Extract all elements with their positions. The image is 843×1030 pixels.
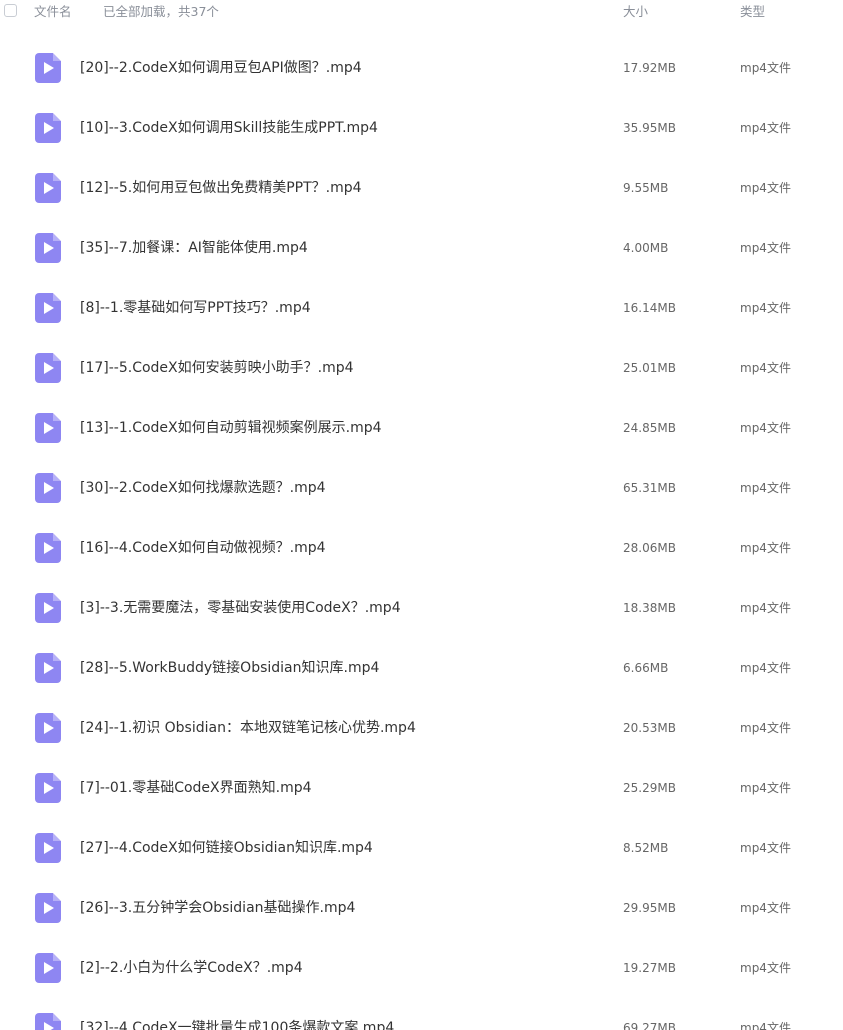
file-type: mp4文件	[740, 361, 791, 375]
file-size: 20.53MB	[623, 721, 676, 735]
video-file-icon	[35, 653, 61, 683]
file-type: mp4文件	[740, 841, 791, 855]
file-size: 16.14MB	[623, 301, 676, 315]
video-file-icon	[35, 833, 61, 863]
file-row[interactable]: [35]--7.加餐课：AI智能体使用.mp4 4.00MB mp4文件	[0, 218, 843, 278]
video-file-icon	[35, 713, 61, 743]
file-type: mp4文件	[740, 901, 791, 915]
file-type: mp4文件	[740, 121, 791, 135]
video-file-icon	[35, 173, 61, 203]
file-row[interactable]: [17]--5.CodeX如何安装剪映小助手？.mp4 25.01MB mp4文…	[0, 338, 843, 398]
file-name[interactable]: [10]--3.CodeX如何调用Skill技能生成PPT.mp4	[80, 119, 378, 137]
video-file-icon	[35, 413, 61, 443]
file-row[interactable]: [27]--4.CodeX如何链接Obsidian知识库.mp4 8.52MB …	[0, 818, 843, 878]
file-type: mp4文件	[740, 721, 791, 735]
column-header-type[interactable]: 类型	[740, 4, 765, 20]
loaded-count-text: 已全部加载，共37个	[103, 4, 219, 19]
file-name[interactable]: [35]--7.加餐课：AI智能体使用.mp4	[80, 239, 308, 257]
video-file-icon	[35, 353, 61, 383]
file-name[interactable]: [28]--5.WorkBuddy链接Obsidian知识库.mp4	[80, 659, 379, 677]
file-name[interactable]: [8]--1.零基础如何写PPT技巧？.mp4	[80, 299, 311, 317]
file-size: 29.95MB	[623, 901, 676, 915]
file-row[interactable]: [2]--2.小白为什么学CodeX？.mp4 19.27MB mp4文件	[0, 938, 843, 998]
file-row[interactable]: [20]--2.CodeX如何调用豆包API做图？.mp4 17.92MB mp…	[0, 38, 843, 98]
file-size: 8.52MB	[623, 841, 669, 855]
file-type: mp4文件	[740, 241, 791, 255]
video-file-icon	[35, 773, 61, 803]
file-row[interactable]: [7]--01.零基础CodeX界面熟知.mp4 25.29MB mp4文件	[0, 758, 843, 818]
file-row[interactable]: [8]--1.零基础如何写PPT技巧？.mp4 16.14MB mp4文件	[0, 278, 843, 338]
file-row[interactable]: [10]--3.CodeX如何调用Skill技能生成PPT.mp4 35.95M…	[0, 98, 843, 158]
list-header: 文件名 已全部加载，共37个 大小 类型	[0, 0, 843, 26]
file-name[interactable]: [7]--01.零基础CodeX界面熟知.mp4	[80, 779, 312, 797]
select-all-checkbox[interactable]	[4, 4, 17, 17]
file-type: mp4文件	[740, 601, 791, 615]
video-file-icon	[35, 233, 61, 263]
file-name[interactable]: [30]--2.CodeX如何找爆款选题？.mp4	[80, 479, 326, 497]
column-header-size[interactable]: 大小	[623, 4, 648, 20]
video-file-icon	[35, 593, 61, 623]
file-name[interactable]: [26]--3.五分钟学会Obsidian基础操作.mp4	[80, 899, 355, 917]
file-name[interactable]: [24]--1.初识 Obsidian：本地双链笔记核心优势.mp4	[80, 719, 416, 737]
file-row[interactable]: [3]--3.无需要魔法，零基础安装使用CodeX？.mp4 18.38MB m…	[0, 578, 843, 638]
file-size: 65.31MB	[623, 481, 676, 495]
file-size: 17.92MB	[623, 61, 676, 75]
file-size: 25.29MB	[623, 781, 676, 795]
file-list-page: 文件名 已全部加载，共37个 大小 类型 [20]--2.CodeX如何调用豆包…	[0, 0, 843, 1030]
file-name[interactable]: [3]--3.无需要魔法，零基础安装使用CodeX？.mp4	[80, 599, 401, 617]
video-file-icon	[35, 293, 61, 323]
file-type: mp4文件	[740, 1021, 791, 1030]
video-file-icon	[35, 893, 61, 923]
file-name[interactable]: [32]--4.CodeX一键批量生成100条爆款文案.mp4	[80, 1019, 394, 1030]
file-size: 24.85MB	[623, 421, 676, 435]
file-size: 25.01MB	[623, 361, 676, 375]
video-file-icon	[35, 473, 61, 503]
video-file-icon	[35, 953, 61, 983]
file-name[interactable]: [16]--4.CodeX如何自动做视频？.mp4	[80, 539, 326, 557]
file-name[interactable]: [27]--4.CodeX如何链接Obsidian知识库.mp4	[80, 839, 373, 857]
file-size: 19.27MB	[623, 961, 676, 975]
file-row[interactable]: [28]--5.WorkBuddy链接Obsidian知识库.mp4 6.66M…	[0, 638, 843, 698]
file-type: mp4文件	[740, 781, 791, 795]
column-header-name[interactable]: 文件名	[34, 4, 72, 20]
video-file-icon	[35, 1013, 61, 1030]
video-file-icon	[35, 533, 61, 563]
file-size: 4.00MB	[623, 241, 669, 255]
file-size: 9.55MB	[623, 181, 669, 195]
file-type: mp4文件	[740, 541, 791, 555]
file-type: mp4文件	[740, 481, 791, 495]
file-size: 35.95MB	[623, 121, 676, 135]
file-row[interactable]: [26]--3.五分钟学会Obsidian基础操作.mp4 29.95MB mp…	[0, 878, 843, 938]
file-type: mp4文件	[740, 301, 791, 315]
file-name[interactable]: [20]--2.CodeX如何调用豆包API做图？.mp4	[80, 59, 362, 77]
file-type: mp4文件	[740, 61, 791, 75]
file-type: mp4文件	[740, 181, 791, 195]
file-size: 28.06MB	[623, 541, 676, 555]
file-row[interactable]: [30]--2.CodeX如何找爆款选题？.mp4 65.31MB mp4文件	[0, 458, 843, 518]
video-file-icon	[35, 113, 61, 143]
file-name[interactable]: [13]--1.CodeX如何自动剪辑视频案例展示.mp4	[80, 419, 382, 437]
file-type: mp4文件	[740, 421, 791, 435]
file-size: 6.66MB	[623, 661, 669, 675]
file-name[interactable]: [2]--2.小白为什么学CodeX？.mp4	[80, 959, 303, 977]
file-size: 69.27MB	[623, 1021, 676, 1030]
file-name[interactable]: [12]--5.如何用豆包做出免费精美PPT？.mp4	[80, 179, 362, 197]
file-row[interactable]: [24]--1.初识 Obsidian：本地双链笔记核心优势.mp4 20.53…	[0, 698, 843, 758]
file-type: mp4文件	[740, 661, 791, 675]
file-name[interactable]: [17]--5.CodeX如何安装剪映小助手？.mp4	[80, 359, 354, 377]
video-file-icon	[35, 53, 61, 83]
file-type: mp4文件	[740, 961, 791, 975]
file-size: 18.38MB	[623, 601, 676, 615]
file-row[interactable]: [12]--5.如何用豆包做出免费精美PPT？.mp4 9.55MB mp4文件	[0, 158, 843, 218]
file-list: [20]--2.CodeX如何调用豆包API做图？.mp4 17.92MB mp…	[0, 38, 843, 1030]
file-row[interactable]: [32]--4.CodeX一键批量生成100条爆款文案.mp4 69.27MB …	[0, 998, 843, 1030]
file-row[interactable]: [13]--1.CodeX如何自动剪辑视频案例展示.mp4 24.85MB mp…	[0, 398, 843, 458]
file-row[interactable]: [16]--4.CodeX如何自动做视频？.mp4 28.06MB mp4文件	[0, 518, 843, 578]
